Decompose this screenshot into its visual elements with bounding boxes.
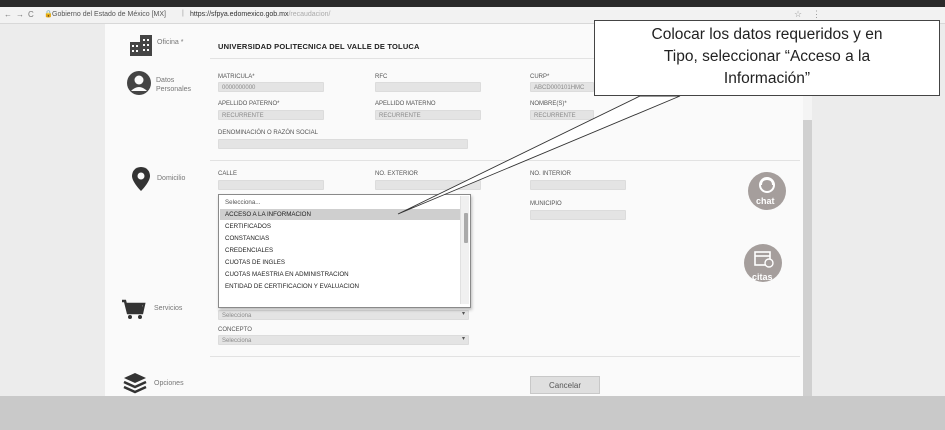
browser-menu-icon[interactable]: ⋮	[812, 9, 821, 20]
denominacion-label: DENOMINACIÓN O RAZÓN SOCIAL	[218, 130, 319, 136]
cancel-button[interactable]: Cancelar	[530, 376, 600, 394]
opciones-label: Opciones	[154, 380, 184, 387]
apellido-materno-label: APELLIDO MATERNO	[375, 101, 436, 107]
url-text[interactable]: https://sfpya.edomexico.gob.mx/recaudaci…	[190, 11, 330, 18]
calle-input[interactable]	[218, 180, 324, 190]
concepto-label: CONCEPTO	[218, 327, 252, 333]
bottom-panel	[0, 396, 945, 430]
municipio-input[interactable]	[530, 210, 626, 220]
instruction-callout: Colocar los datos requeridos y en Tipo, …	[594, 20, 940, 96]
domicilio-label: Domicilio	[157, 175, 186, 182]
no-interior-label: NO. INTERIOR	[530, 171, 572, 177]
no-exterior-input[interactable]	[375, 180, 481, 190]
top-dark-strip	[0, 0, 945, 7]
callout-line-2: Tipo, seleccionar “Acceso a la	[663, 48, 871, 65]
location-pin-icon	[132, 167, 150, 191]
rfc-label: RFC	[375, 74, 388, 80]
nombre-input[interactable]: RECURRENTE	[530, 110, 594, 120]
person-icon	[127, 71, 151, 95]
servicios-label: Servicios	[154, 305, 183, 312]
left-background	[0, 24, 105, 396]
nombre-label: NOMBRE(S)*	[530, 101, 567, 107]
denominacion-input[interactable]	[218, 139, 468, 149]
dropdown-option[interactable]: ENTIDAD DE CERTIFICACION Y EVALUACION	[225, 281, 461, 292]
dropdown-option[interactable]: CONSTANCIAS	[225, 233, 461, 244]
building-icon	[130, 35, 152, 56]
apellido-paterno-input[interactable]: RECURRENTE	[218, 110, 324, 120]
curp-label: CURP*	[530, 74, 550, 80]
chevron-down-icon: ▾	[462, 311, 466, 317]
site-label: Gobierno del Estado de México [MX]	[52, 11, 167, 18]
matricula-label: MATRICULA*	[218, 74, 255, 80]
url-separator: |	[182, 10, 184, 17]
datos-label: Datos Personales	[156, 77, 192, 93]
oficina-label: Oficina *	[157, 39, 184, 46]
apellido-materno-input[interactable]: RECURRENTE	[375, 110, 481, 120]
concepto-select[interactable]: Selecciona	[218, 335, 469, 345]
right-scrollbar[interactable]	[803, 120, 812, 396]
calle-label: CALLE	[218, 171, 238, 177]
callout-line-3: Información”	[723, 70, 811, 87]
matricula-input[interactable]: 0000000000	[218, 82, 324, 92]
chat-icon	[759, 177, 775, 193]
calendar-icon	[754, 251, 774, 268]
citas-label: citas	[752, 272, 773, 282]
no-exterior-label: NO. EXTERIOR	[375, 171, 419, 177]
cart-icon	[122, 299, 146, 319]
dropdown-option-selected[interactable]: ACCESO A LA INFORMACION	[220, 209, 464, 220]
divider	[210, 356, 800, 357]
apellido-paterno-label: APELLIDO PATERNO*	[218, 101, 280, 107]
rfc-input[interactable]	[375, 82, 481, 92]
tipo-select[interactable]: Selecciona	[218, 310, 469, 320]
municipio-label: MUNICIPIO	[530, 201, 562, 207]
layers-icon	[123, 373, 147, 394]
no-interior-input[interactable]	[530, 180, 626, 190]
dropdown-option[interactable]: Selecciona...	[225, 197, 461, 208]
browser-nav-icons[interactable]: ←→C	[4, 10, 38, 19]
tipo-dropdown-list[interactable]: Selecciona... ACCESO A LA INFORMACION CE…	[218, 194, 471, 308]
curp-input[interactable]: ABCD000101HMC	[530, 82, 594, 92]
callout-line-1: Colocar los datos requeridos y en	[651, 26, 883, 43]
chat-label: chat	[756, 196, 775, 206]
dropdown-option[interactable]: CUOTAS MAESTRIA EN ADMINISTRACION	[225, 269, 461, 280]
divider	[210, 160, 800, 161]
dropdown-option[interactable]: CREDENCIALES	[225, 245, 461, 256]
dropdown-option[interactable]: CERTIFICADOS	[225, 221, 461, 232]
dropdown-scroll-thumb[interactable]	[464, 213, 468, 243]
chevron-down-icon: ▾	[462, 336, 466, 342]
bookmark-star-icon[interactable]: ☆	[794, 9, 802, 20]
oficina-value: UNIVERSIDAD POLITECNICA DEL VALLE DE TOL…	[218, 42, 420, 51]
dropdown-option[interactable]: CUOTAS DE INGLES	[225, 257, 461, 268]
